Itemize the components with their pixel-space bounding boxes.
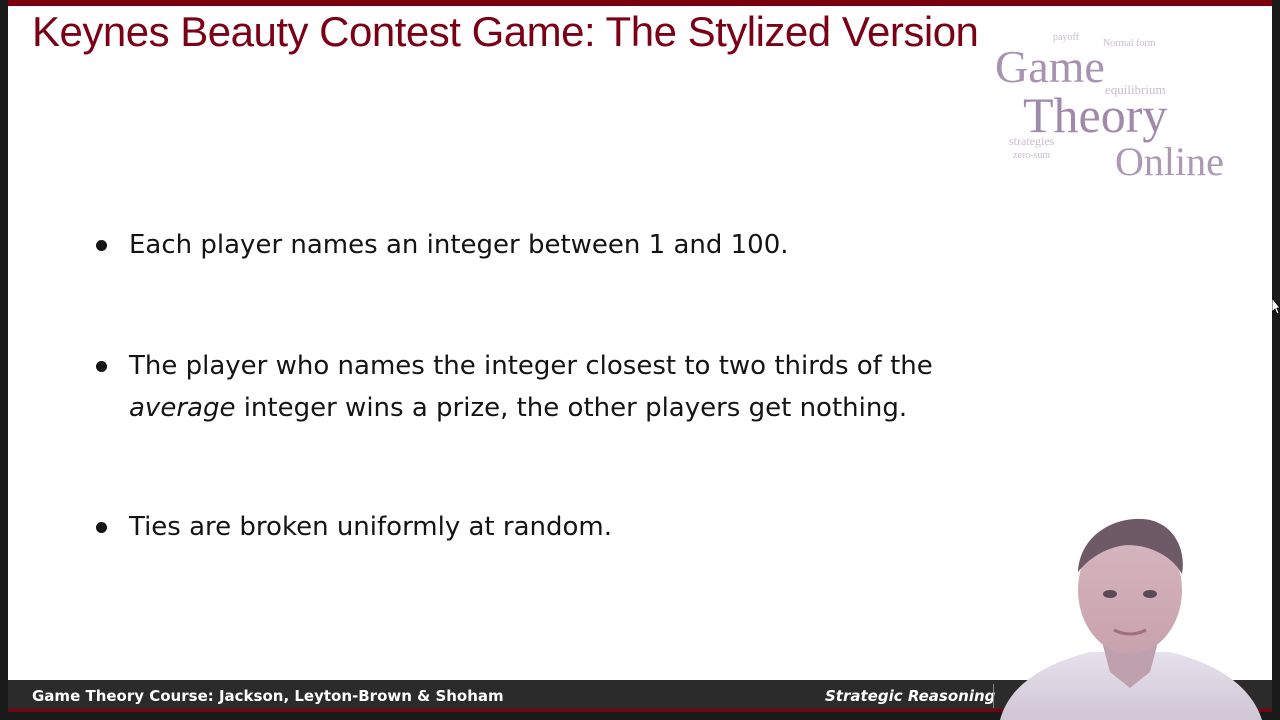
bullet-dot-icon	[96, 361, 107, 372]
bullet-dot-icon	[96, 240, 107, 251]
bullet-item: The player who names the integer closest…	[96, 345, 996, 429]
section-name: Strategic Reasoning	[825, 687, 996, 705]
bullet-text: Each player names an integer between 1 a…	[129, 230, 789, 260]
bullet-item: Each player names an integer between 1 a…	[96, 224, 996, 266]
bullet-text-line1: The player who names the integer closest…	[129, 351, 933, 381]
bullet-text: Ties are broken uniformly at random.	[129, 512, 612, 542]
bullet-dot-icon	[96, 522, 107, 533]
course-credit: Game Theory Course: Jackson, Leyton-Brow…	[32, 687, 504, 705]
bullet-item: Ties are broken uniformly at random.	[96, 506, 996, 548]
presenter-video-icon	[1000, 518, 1262, 720]
bullet-text-emphasis: average	[129, 393, 236, 423]
bullet-text-line2: integer wins a prize, the other players …	[235, 393, 908, 423]
bullet-text: The player who names the integer closest…	[129, 345, 996, 429]
mouse-cursor-icon	[1272, 298, 1280, 314]
